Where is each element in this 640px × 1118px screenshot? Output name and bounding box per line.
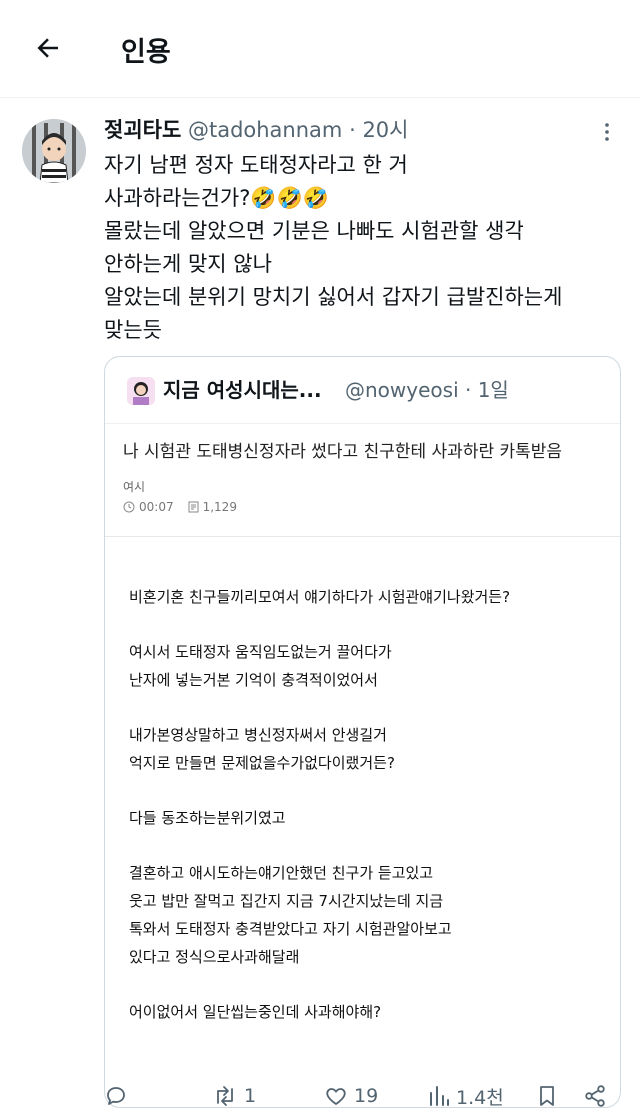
post-line: 내가본영상말하고 병신정자써서 안생길거 [129, 726, 387, 744]
heart-icon [326, 1088, 346, 1105]
arrow-left-icon [37, 38, 58, 58]
avatar-image [22, 119, 86, 183]
post-line: 억지로 만들면 문제없을수가없다이랬거든? [129, 754, 395, 772]
post-body: 비혼기혼 친구들끼리모여서 얘기하다가 시험관얘기나왔거든? 여시서 도태정자 … [129, 583, 609, 1053]
retweet-icon [217, 1086, 233, 1106]
post-line: 여시서 도태정자 움직임도없는거 끌어다가 [129, 643, 392, 661]
top-bar: 인용 [0, 0, 640, 98]
post-stats: 00:07 1,129 [123, 500, 237, 514]
tweet-text: 자기 남편 정자 도태정자라고 한 거 사과하라는건가?🤣🤣🤣 몰랐는데 알았으… [104, 149, 624, 347]
author-handle[interactable]: @tadohannam [188, 118, 342, 142]
post-line: 다들 동조하는분위기였고 [129, 809, 286, 827]
post-time-stat: 00:07 [123, 500, 174, 514]
quoted-tweet[interactable]: 지금 여성시대는... @nowyeosi · 1일 나 시험관 도태병신정자라… [104, 356, 621, 1108]
quoted-time: 1일 [477, 378, 509, 402]
post-paragraph: 여시서 도태정자 움직임도없는거 끌어다가 난자에 넣는거본 기억이 충격적이었… [129, 638, 609, 694]
post-views: 1,129 [202, 500, 237, 514]
tweet-line: 알았는데 분위기 망치기 싫어서 갑자기 급발진하는게 [104, 285, 563, 309]
post-title: 나 시험관 도태병신정자라 썼다고 친구한테 사과하란 카톡받음 [123, 442, 563, 462]
quoted-meta: @nowyeosi · 1일 [345, 375, 509, 405]
quoted-avatar-image [127, 377, 155, 405]
reply-button[interactable] [104, 1078, 134, 1114]
post-paragraph: 내가본영상말하고 병신정자써서 안생길거 억지로 만들면 문제없을수가없다이랬거… [129, 721, 609, 777]
post-line: 톡와서 도태정자 충격받았다고 자기 시험관알아보고 [129, 920, 452, 938]
separator-dot: · [349, 118, 356, 142]
tweet-line: 안하는게 맞지 않나 [104, 252, 272, 276]
reply-icon [107, 1087, 125, 1105]
clock-icon [123, 501, 135, 513]
document-icon [188, 501, 199, 513]
retweet-button[interactable]: 1 [212, 1078, 256, 1114]
post-line: 비혼기혼 친구들끼리모여서 얘기하다가 시험관얘기나왔거든? [129, 588, 511, 606]
quoted-author-name: 지금 여성시대는... [163, 378, 322, 402]
post-line: 있다고 정식으로사과해달래 [129, 948, 300, 966]
author-avatar[interactable] [22, 119, 86, 183]
tweet-line: 맞는듯 [104, 318, 162, 342]
post-line: 어이없어서 일단씹는중인데 사과해야해? [129, 1003, 382, 1021]
action-bar: 1 19 1.4천 [0, 1078, 640, 1118]
post-header: 나 시험관 도태병신정자라 썼다고 친구한테 사과하란 카톡받음 여시 00:0… [105, 423, 620, 537]
share-button[interactable] [583, 1078, 607, 1114]
back-button[interactable] [28, 28, 68, 68]
quoted-image-card: 나 시험관 도태병신정자라 썼다고 친구한테 사과하란 카톡받음 여시 00:0… [105, 423, 620, 1107]
author-line: 젖괴타도 @tadohannam · 20시 [104, 115, 408, 145]
post-paragraph: 다들 동조하는분위기였고 [129, 804, 609, 832]
retweet-count: 1 [244, 1085, 257, 1107]
post-paragraph: 결혼하고 애시도하는얘기안했던 친구가 듣고있고 웃고 밥만 잘먹고 집간지 지… [129, 859, 609, 971]
post-paragraph: 어이없어서 일단씹는중인데 사과해야해? [129, 998, 609, 1026]
bar-chart-icon [430, 1086, 449, 1106]
tweet-line: 자기 남편 정자 도태정자라고 한 거 [104, 153, 408, 177]
bookmark-button[interactable] [536, 1078, 558, 1114]
page-title: 인용 [121, 37, 171, 68]
like-count: 19 [354, 1085, 379, 1107]
quoted-avatar [127, 377, 155, 405]
views-button[interactable]: 1.4천 [428, 1078, 504, 1114]
share-icon [585, 1085, 605, 1107]
bookmark-icon [540, 1086, 554, 1106]
more-vertical-icon [605, 123, 609, 141]
post-line: 웃고 밥만 잘먹고 집간지 지금 7시간지났는데 지금 [129, 892, 444, 910]
post-time: 00:07 [139, 500, 174, 514]
like-button[interactable]: 19 [324, 1078, 378, 1114]
view-count: 1.4천 [456, 1086, 504, 1109]
post-category: 여시 [123, 480, 146, 494]
author-name[interactable]: 젖괴타도 [104, 118, 181, 142]
post-paragraph: 비혼기혼 친구들끼리모여서 얘기하다가 시험관얘기나왔거든? [129, 583, 609, 611]
post-line: 난자에 넣는거본 기억이 충격적이었어서 [129, 671, 378, 689]
tweet-line: 몰랐는데 알았으면 기분은 나빠도 시험관할 생각 [104, 219, 524, 243]
more-options-button[interactable] [592, 117, 622, 147]
tweet-time[interactable]: 20시 [362, 118, 408, 142]
separator-dot: · [464, 378, 472, 402]
quoted-author-handle: @nowyeosi [345, 378, 459, 402]
post-line: 결혼하고 애시도하는얘기안했던 친구가 듣고있고 [129, 864, 434, 882]
tweet-line: 사과하라는건가?🤣🤣🤣 [104, 186, 329, 210]
post-views-stat: 1,129 [188, 500, 237, 514]
